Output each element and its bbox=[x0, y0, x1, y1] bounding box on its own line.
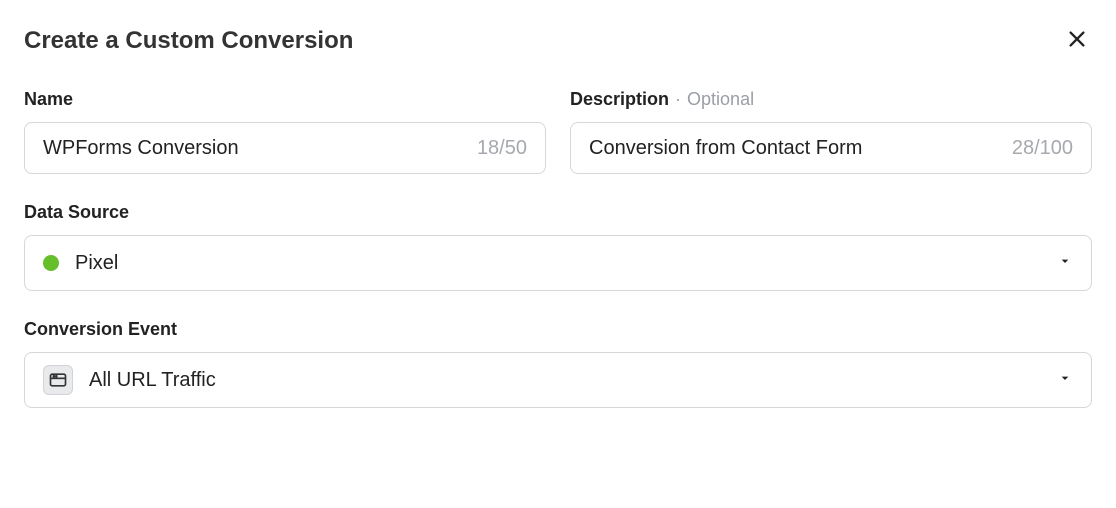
description-optional-text: Optional bbox=[687, 89, 754, 110]
conversion-event-label-text: Conversion Event bbox=[24, 319, 177, 340]
page-title: Create a Custom Conversion bbox=[24, 27, 353, 55]
caret-down-icon bbox=[1057, 253, 1073, 274]
browser-icon bbox=[43, 365, 73, 395]
name-label-text: Name bbox=[24, 89, 73, 110]
conversion-event-label: Conversion Event bbox=[24, 319, 1092, 340]
name-input-wrap[interactable]: 18/50 bbox=[24, 122, 546, 174]
data-source-label: Data Source bbox=[24, 202, 1092, 223]
description-char-count: 28/100 bbox=[1012, 137, 1073, 160]
conversion-event-select[interactable]: All URL Traffic bbox=[24, 352, 1092, 408]
name-input[interactable] bbox=[43, 137, 465, 160]
conversion-event-value: All URL Traffic bbox=[89, 369, 1041, 392]
description-label: Description · Optional bbox=[570, 89, 1092, 110]
label-separator: · bbox=[675, 89, 681, 110]
close-icon bbox=[1066, 28, 1088, 53]
description-input-wrap[interactable]: 28/100 bbox=[570, 122, 1092, 174]
status-dot-icon bbox=[43, 255, 59, 271]
description-label-text: Description bbox=[570, 89, 669, 110]
name-char-count: 18/50 bbox=[477, 137, 527, 160]
name-label: Name bbox=[24, 89, 546, 110]
description-input[interactable] bbox=[589, 137, 1000, 160]
data-source-label-text: Data Source bbox=[24, 202, 129, 223]
close-button[interactable] bbox=[1062, 24, 1092, 57]
caret-down-icon bbox=[1057, 370, 1073, 391]
data-source-value: Pixel bbox=[75, 252, 1041, 275]
data-source-select[interactable]: Pixel bbox=[24, 235, 1092, 291]
